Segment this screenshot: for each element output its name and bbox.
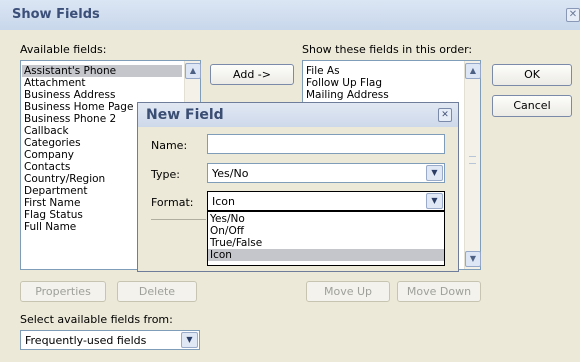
format-option[interactable]: Icon [208,249,444,261]
separator [151,219,206,220]
properties-button[interactable]: Properties [20,281,106,302]
type-dropdown[interactable]: Yes/No ▼ [207,163,445,183]
new-field-title: New Field [146,107,224,123]
ok-button[interactable]: OK [492,64,572,86]
new-field-dialog: New Field ✕ Name: Type: Yes/No ▼ Format:… [137,102,459,272]
select-from-label: Select available fields from: [20,313,173,326]
add-button[interactable]: Add -> [210,64,294,85]
show-fields-title: Show Fields [12,7,100,22]
close-icon[interactable]: ✕ [438,108,452,122]
select-from-dropdown[interactable]: Frequently-used fields ▼ [20,330,200,350]
format-dropdown[interactable]: Icon ▼ [207,191,445,211]
show-fields-close-icon[interactable]: ✕ [566,8,580,22]
scroll-down-icon[interactable]: ▼ [465,251,481,267]
shown-field-item[interactable]: File As [304,65,459,77]
name-label: Name: [151,139,188,152]
name-input[interactable] [207,134,445,154]
select-from-value: Frequently-used fields [25,334,147,347]
format-label: Format: [151,196,194,209]
chevron-down-icon[interactable]: ▼ [426,193,443,209]
scroll-up-icon[interactable]: ▲ [185,63,201,79]
shown-fields-scrollbar[interactable]: ▲ ▼ [464,61,481,269]
format-value: Icon [212,195,235,208]
chevron-down-icon[interactable]: ▼ [181,332,198,348]
scroll-thumb-grip[interactable] [469,156,476,164]
format-option[interactable]: Yes/No [208,213,444,225]
move-up-button[interactable]: Move Up [306,281,390,302]
available-fields-label: Available fields: [20,43,107,56]
format-option[interactable]: On/Off [208,225,444,237]
chevron-down-icon[interactable]: ▼ [426,165,443,181]
cancel-button[interactable]: Cancel [492,95,572,117]
move-down-button[interactable]: Move Down [397,281,481,302]
shown-field-item[interactable]: Follow Up Flag [304,77,459,89]
format-option[interactable]: True/False [208,237,444,249]
available-field-item[interactable]: Business Address [22,89,182,101]
scroll-up-icon[interactable]: ▲ [465,63,481,79]
available-field-item[interactable]: Attachment [22,77,182,89]
type-value: Yes/No [212,167,249,180]
order-fields-label: Show these fields in this order: [302,43,473,56]
delete-button[interactable]: Delete [117,281,197,302]
format-options-list[interactable]: Yes/No On/Off True/False Icon [207,211,445,266]
type-label: Type: [151,168,180,181]
available-field-item[interactable]: Assistant's Phone [22,65,182,77]
shown-field-item[interactable]: Mailing Address [304,89,459,101]
